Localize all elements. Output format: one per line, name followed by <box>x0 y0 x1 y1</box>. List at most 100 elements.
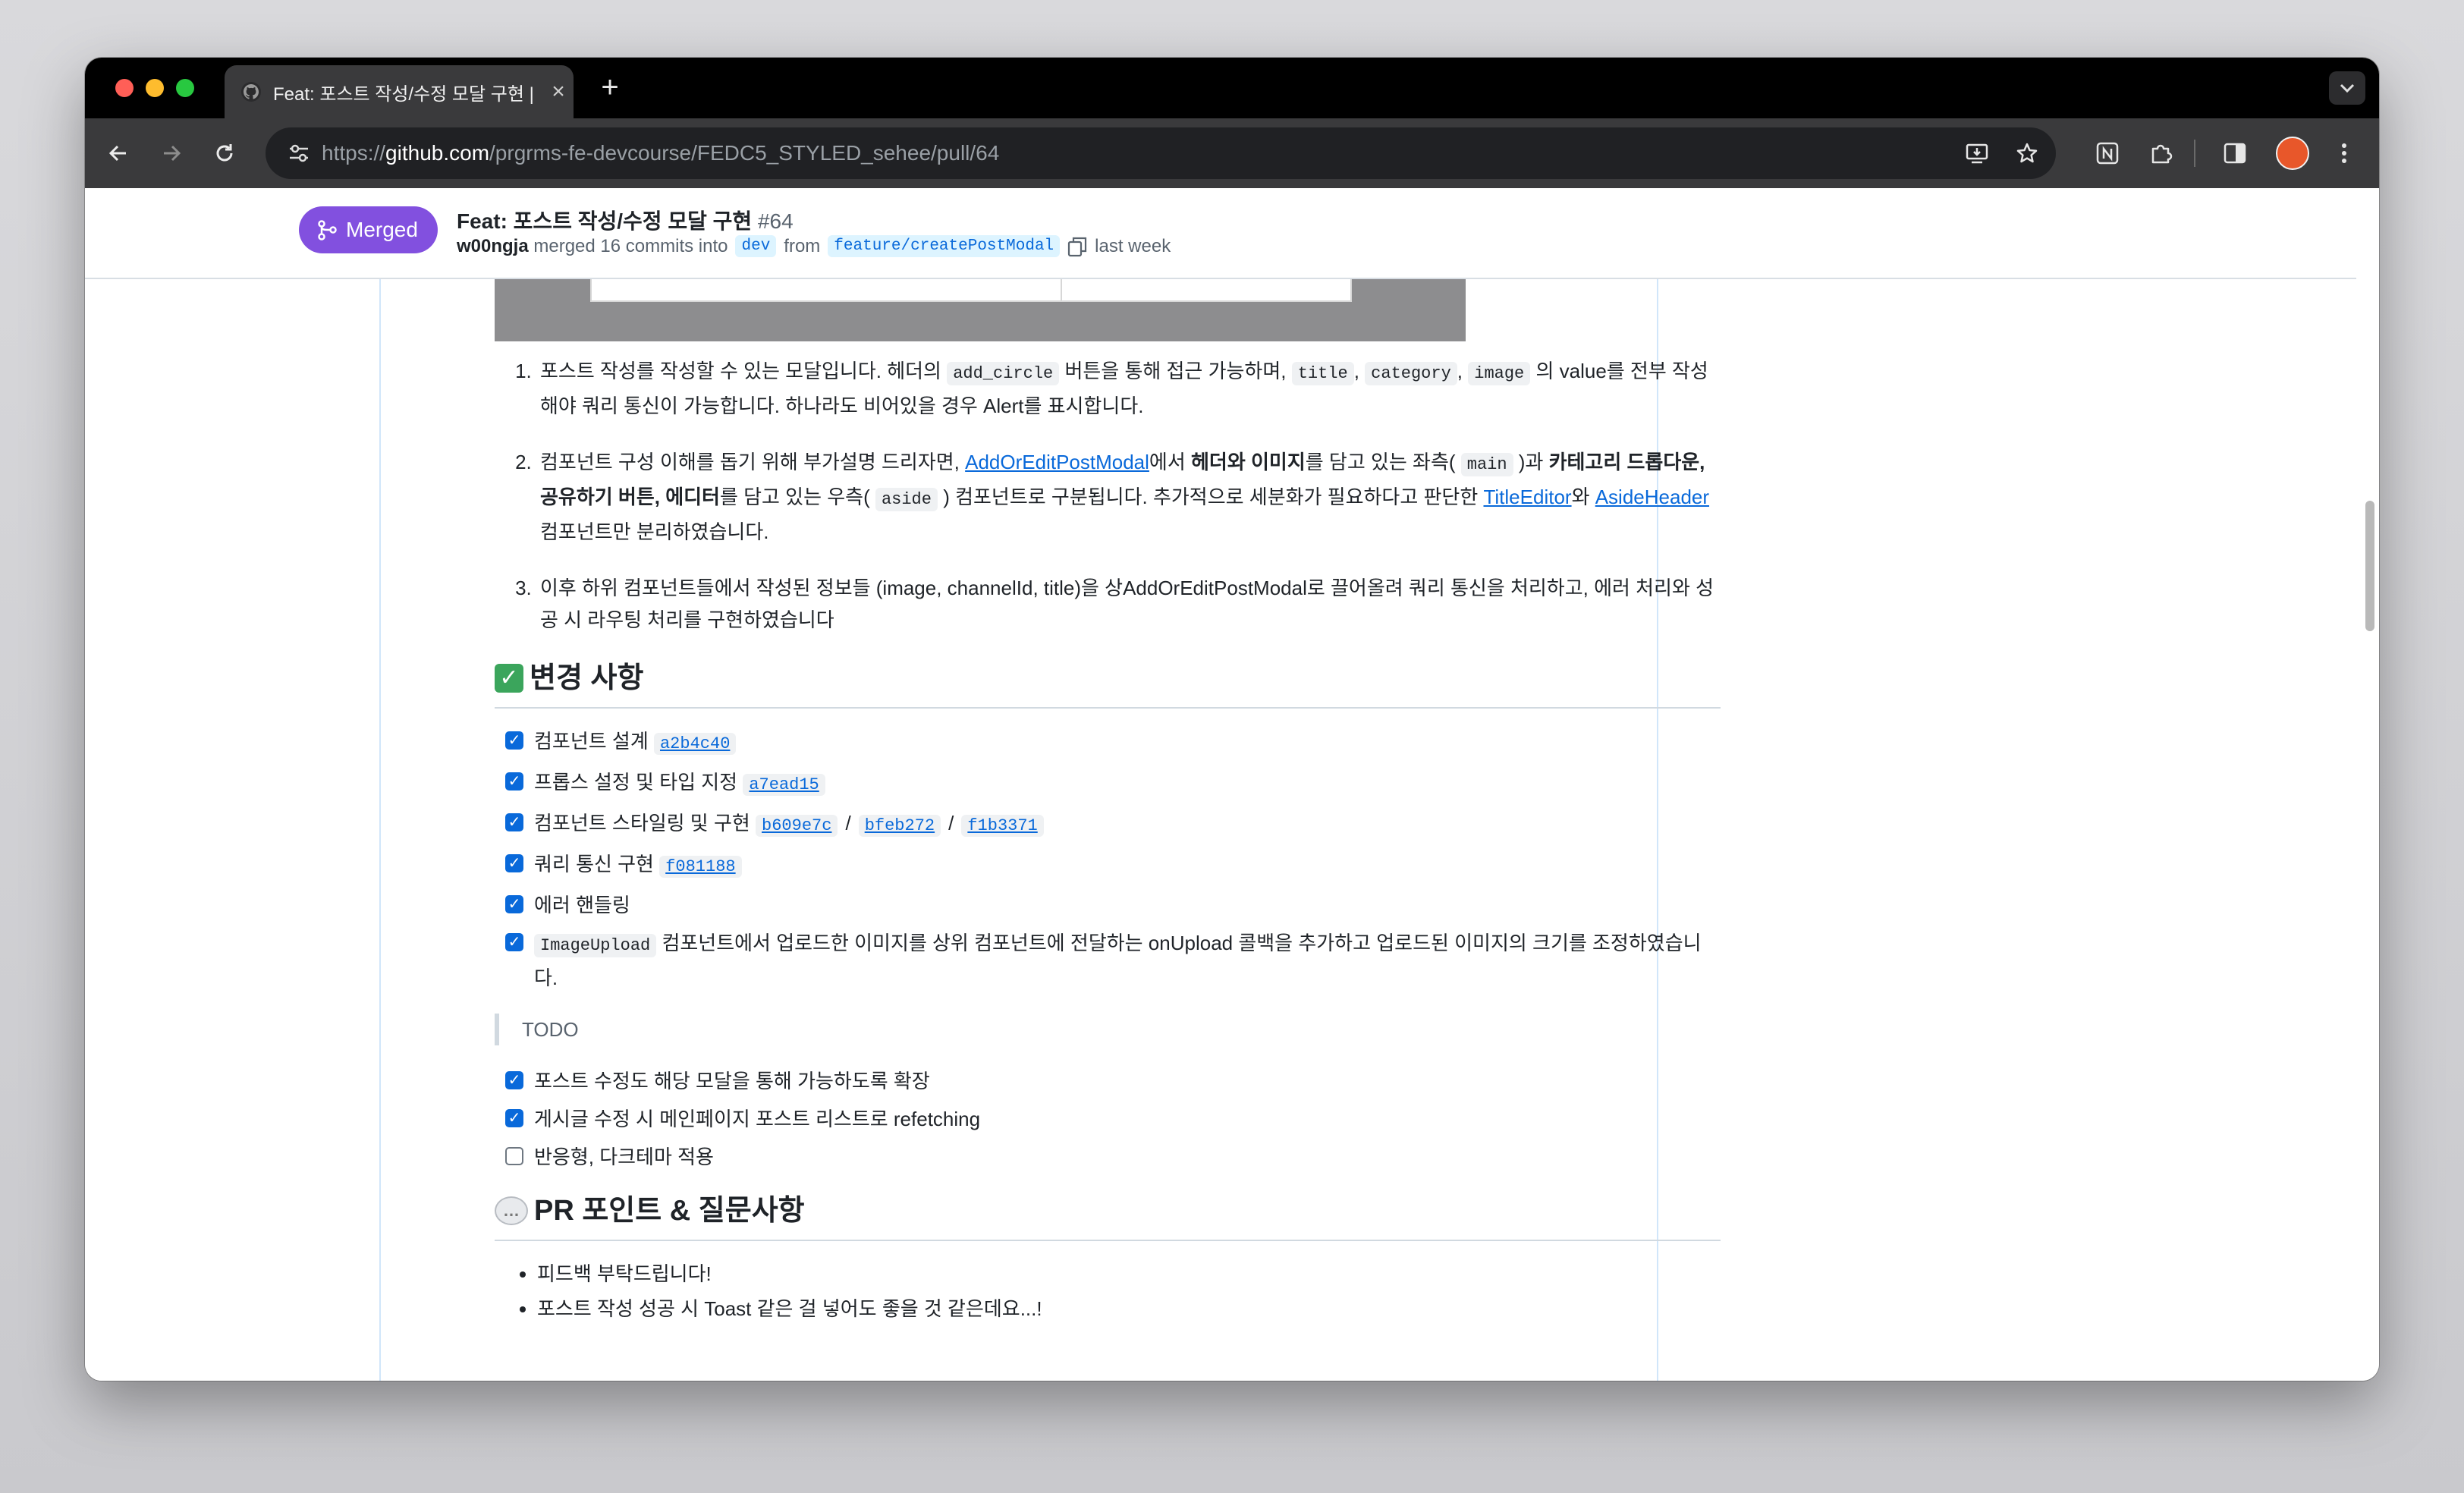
page-scrollbar[interactable] <box>2365 501 2374 631</box>
tab-close-icon[interactable]: × <box>543 79 574 105</box>
side-panel-icon <box>2224 143 2246 164</box>
task-checkbox[interactable]: ✓ <box>505 1071 523 1089</box>
install-app-button[interactable] <box>1959 135 1995 171</box>
upload-task-list: ✓ ImageUpload 컴포넌트에서 업로드한 이미지를 상위 컴포넌트에 전… <box>495 927 1721 994</box>
back-button[interactable] <box>100 135 137 171</box>
screenshot-image-inner <box>590 278 1352 302</box>
merged-label: Merged <box>346 218 418 241</box>
task-body: 에러 핸들링 <box>534 889 630 921</box>
merged-status-badge: Merged <box>299 206 438 253</box>
git-merge-icon <box>318 220 337 240</box>
forward-button[interactable] <box>153 135 190 171</box>
todo-task-item: ✓ 게시글 수정 시 메인페이지 포스트 리스트로 refetching <box>505 1103 1721 1135</box>
new-tab-button[interactable]: + <box>592 70 628 106</box>
commit-sha-link[interactable]: b609e7c <box>756 815 838 837</box>
minimize-window-button[interactable] <box>146 79 164 97</box>
task-checkbox[interactable]: ✓ <box>505 772 523 791</box>
todo-task-list: ✓ 포스트 수정도 해당 모달을 통해 가능하도록 확장 ✓ 게시글 수정 시 메인페… <box>495 1065 1721 1173</box>
side-panel-button[interactable] <box>2217 135 2253 171</box>
code-image: image <box>1468 362 1531 385</box>
bullet-item: 피드백 부탁드립니다! <box>537 1258 1721 1290</box>
code-aside: aside <box>875 488 938 511</box>
browser-window: Feat: 포스트 작성/수정 모달 구현 | × + https://gith… <box>85 58 2379 1381</box>
screenshot-image <box>495 278 1466 341</box>
chevron-down-icon <box>2340 83 2355 93</box>
pr-title: Feat: 포스트 작성/수정 모달 구현 #64 <box>457 205 794 235</box>
tab-active[interactable]: Feat: 포스트 작성/수정 모달 구현 | × <box>225 65 574 118</box>
task-checkbox[interactable]: ✓ <box>505 854 523 872</box>
reload-button[interactable] <box>206 135 243 171</box>
pr-points-list: 피드백 부탁드립니다!포스트 작성 성공 시 Toast 같은 걸 넣어도 좋을… <box>495 1258 1721 1325</box>
sha-separator: / <box>845 812 851 835</box>
profile-avatar[interactable] <box>2276 137 2309 170</box>
tab-strip: Feat: 포스트 작성/수정 모달 구현 | × + <box>85 58 2379 118</box>
task-label: 컴포넌트 설계 <box>534 730 649 753</box>
browser-menu-button[interactable] <box>2326 135 2362 171</box>
head-branch[interactable]: feature/createPostModal <box>828 235 1061 257</box>
todo-task-item: 반응형, 다크테마 적용 <box>505 1141 1721 1173</box>
code-category: category <box>1365 362 1457 385</box>
check-mark-icon: ✓ <box>495 664 523 693</box>
zoom-window-button[interactable] <box>176 79 194 97</box>
task-checkbox[interactable]: ✓ <box>505 1109 523 1127</box>
code-image-upload: ImageUpload <box>534 934 657 957</box>
code-title: title <box>1291 362 1354 385</box>
task-body: 컴포넌트 설계 a2b4c40 <box>534 725 737 760</box>
merge-time: last week <box>1095 235 1171 256</box>
task-item: ✓ 컴포넌트 설계 a2b4c40 <box>505 725 1721 760</box>
task-checkbox[interactable] <box>505 1147 523 1165</box>
github-icon <box>241 82 261 102</box>
bullet-item: 포스트 작성 성공 시 Toast 같은 걸 넣어도 좋을 것 같은데요...! <box>537 1293 1721 1325</box>
pr-meta: w00ngja merged 16 commits into dev from … <box>457 235 1171 257</box>
star-icon <box>2016 143 2038 163</box>
close-window-button[interactable] <box>115 79 134 97</box>
image-divider <box>1061 278 1062 300</box>
bookmark-button[interactable] <box>2009 135 2045 171</box>
changes-heading: ✓ 변경 사항 <box>495 660 1721 709</box>
toolbar-divider <box>2194 140 2195 167</box>
task-checkbox[interactable]: ✓ <box>505 933 523 951</box>
notion-extension-button[interactable] <box>2089 135 2126 171</box>
todo-label: TODO <box>522 1018 579 1041</box>
base-branch[interactable]: dev <box>735 235 777 257</box>
task-item: ✓ 에러 핸들링 <box>505 889 1721 921</box>
task-item: ✓ ImageUpload 컴포넌트에서 업로드한 이미지를 상위 컴포넌트에 전… <box>505 927 1721 994</box>
todo-task-item: ✓ 포스트 수정도 해당 모달을 통해 가능하도록 확장 <box>505 1065 1721 1097</box>
task-label: 에러 핸들링 <box>534 894 630 916</box>
tab-search-button[interactable] <box>2329 71 2365 105</box>
speech-bubble-icon: … <box>495 1196 528 1225</box>
commit-sha-link[interactable]: a7ead15 <box>743 774 825 796</box>
code-main: main <box>1460 453 1513 476</box>
arrow-right-icon <box>164 145 181 162</box>
notion-icon <box>2096 142 2119 165</box>
task-label: 포스트 수정도 해당 모달을 통해 가능하도록 확장 <box>534 1070 930 1092</box>
url-text: https://github.com/prgrms-fe-devcourse/F… <box>322 141 1000 165</box>
task-checkbox[interactable]: ✓ <box>505 813 523 831</box>
task-item: ✓ 컴포넌트 스타일링 및 구현 b609e7c / bfeb272 / f1b3371 <box>505 807 1721 842</box>
install-icon <box>1966 143 1988 164</box>
link-title-editor[interactable]: TitleEditor <box>1483 486 1571 508</box>
link-add-or-edit-post-modal[interactable]: AddOrEditPostModal <box>965 451 1149 473</box>
commit-sha-link[interactable]: f081188 <box>659 856 742 878</box>
github-page: Merged Feat: 포스트 작성/수정 모달 구현 #64 w00ngja… <box>85 188 2379 1381</box>
task-label: 쿼리 통신 구현 <box>534 853 654 875</box>
code-add-circle: add_circle <box>947 362 1060 385</box>
task-label: 반응형, 다크테마 적용 <box>534 1146 714 1168</box>
task-item: ✓ 프롭스 설정 및 타입 지정 a7ead15 <box>505 766 1721 801</box>
task-checkbox[interactable]: ✓ <box>505 731 523 750</box>
link-aside-header[interactable]: AsideHeader <box>1595 486 1709 508</box>
copy-icon[interactable] <box>1067 236 1087 257</box>
task-label: 컴포넌트 스타일링 및 구현 <box>534 812 750 835</box>
address-bar[interactable]: https://github.com/prgrms-fe-devcourse/F… <box>266 127 2056 179</box>
task-checkbox[interactable]: ✓ <box>505 895 523 913</box>
reload-icon <box>216 144 233 162</box>
commit-sha-link[interactable]: bfeb272 <box>858 815 941 837</box>
markdown-body: 포스트 작성를 작성할 수 있는 모달입니다. 헤더의 add_circle 버… <box>495 355 1721 1328</box>
commit-sha-link[interactable]: a2b4c40 <box>653 733 737 755</box>
merge-text: merged 16 commits into <box>533 235 728 256</box>
description-item-3: 이후 하위 컴포넌트들에서 작성된 정보들 (image, channelId,… <box>537 572 1721 636</box>
pr-author-link[interactable]: w00ngja <box>457 236 529 256</box>
extensions-button[interactable] <box>2142 135 2179 171</box>
commit-sha-link[interactable]: f1b3371 <box>961 815 1044 837</box>
site-settings-icon[interactable] <box>276 143 322 163</box>
